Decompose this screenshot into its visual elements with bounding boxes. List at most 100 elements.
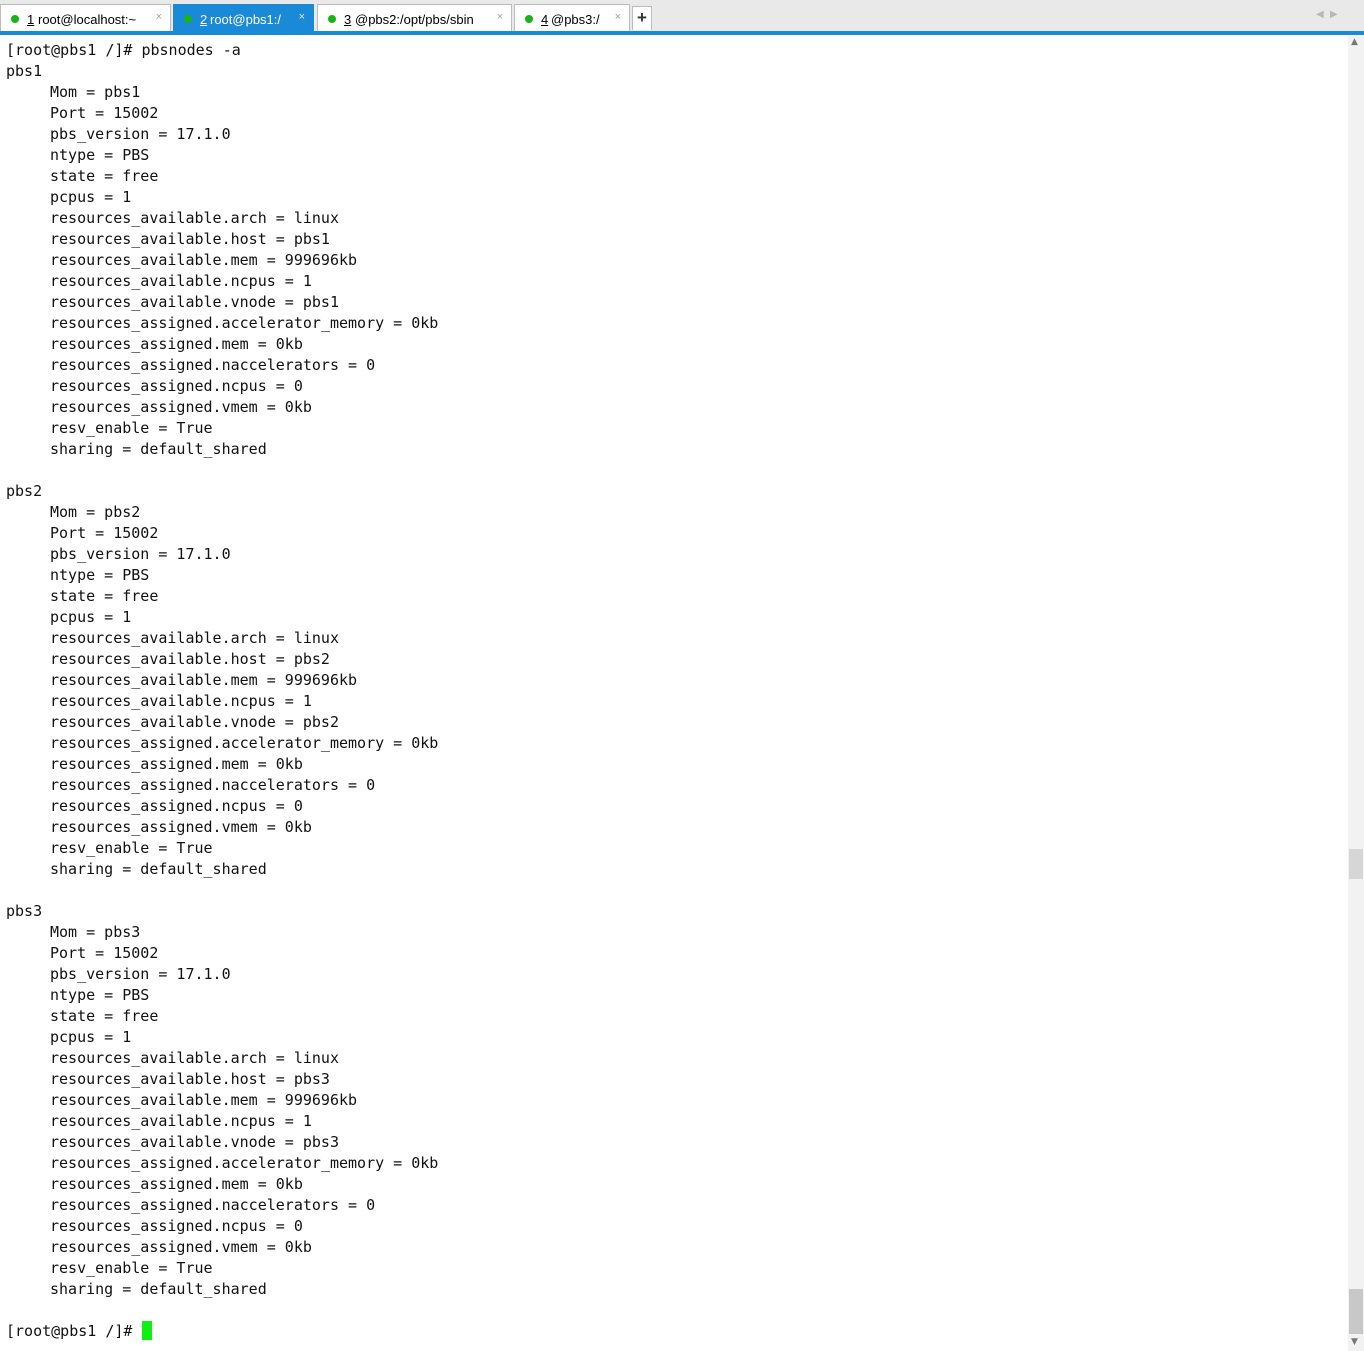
attribute-line: resv_enable = True (50, 839, 213, 857)
attribute-line: resources_assigned.ncpus = 0 (50, 377, 303, 395)
node-attributes-pbs3: Mom = pbs3 Port = 15002 pbs_version = 17… (6, 922, 438, 1300)
attribute-line: resources_assigned.mem = 0kb (50, 1175, 303, 1193)
scroll-tabs-left-icon[interactable]: ◀ (1316, 9, 1324, 20)
attribute-line: sharing = default_shared (50, 440, 267, 458)
tab-title: @pbs2:/opt/pbs/sbin (355, 12, 474, 27)
attribute-line: pcpus = 1 (50, 1028, 132, 1046)
attribute-line: Port = 15002 (50, 524, 159, 542)
scrollbar-thumb[interactable] (1349, 1289, 1363, 1334)
attribute-line: resources_assigned.vmem = 0kb (50, 818, 312, 836)
prompt: [root@pbs1 /]# (6, 1322, 142, 1340)
tab-number: 4 (541, 12, 549, 27)
attribute-line: resv_enable = True (50, 1259, 213, 1277)
session-status-dot (11, 15, 19, 23)
tab-number: 1 (27, 12, 35, 27)
scroll-down-arrow-icon[interactable]: ▼ (1351, 1337, 1358, 1347)
attribute-line: resources_available.mem = 999696kb (50, 251, 358, 269)
attribute-line: resources_assigned.vmem = 0kb (50, 1238, 312, 1256)
attribute-line: Port = 15002 (50, 944, 159, 962)
attribute-line: sharing = default_shared (50, 860, 267, 878)
attribute-line: ntype = PBS (50, 566, 150, 584)
attribute-line: Mom = pbs2 (50, 503, 141, 521)
text-cursor (142, 1321, 153, 1340)
attribute-line: state = free (50, 167, 159, 185)
close-icon[interactable]: × (299, 11, 305, 23)
attribute-line: resources_available.vnode = pbs2 (50, 713, 339, 731)
tab-bar: 1 root@localhost:~ × 2 root@pbs1:/ × 3 @… (0, 0, 1364, 31)
attribute-line: resources_assigned.mem = 0kb (50, 755, 303, 773)
session-status-dot (525, 15, 533, 23)
tab-title: root@localhost:~ (38, 12, 137, 27)
tab-4[interactable]: 4 @pbs3:/ × (514, 4, 630, 31)
session-status-dot (184, 15, 192, 23)
close-icon[interactable]: × (615, 11, 621, 23)
attribute-line: resources_available.arch = linux (50, 1049, 339, 1067)
node-attributes-pbs1: Mom = pbs1 Port = 15002 pbs_version = 17… (6, 82, 438, 460)
attribute-line: resources_assigned.ncpus = 0 (50, 797, 303, 815)
attribute-line: ntype = PBS (50, 146, 150, 164)
attribute-line: state = free (50, 1007, 159, 1025)
attribute-line: resources_assigned.ncpus = 0 (50, 1217, 303, 1235)
attribute-line: resources_assigned.naccelerators = 0 (50, 776, 376, 794)
prompt: [root@pbs1 /]# (6, 41, 142, 59)
attribute-line: resources_available.ncpus = 1 (50, 272, 312, 290)
attribute-line: resources_available.arch = linux (50, 209, 339, 227)
attribute-line: Port = 15002 (50, 104, 159, 122)
session-status-dot (328, 15, 336, 23)
attribute-line: resources_available.host = pbs3 (50, 1070, 330, 1088)
command: pbsnodes -a (141, 41, 241, 59)
current-prompt-line: [root@pbs1 /]# (6, 1321, 438, 1342)
attribute-line: resources_available.host = pbs2 (50, 650, 330, 668)
close-icon[interactable]: × (156, 11, 162, 23)
tab-number: 2 (200, 12, 208, 27)
attribute-line: resources_assigned.naccelerators = 0 (50, 1196, 376, 1214)
attribute-line: resources_assigned.accelerator_memory = … (50, 734, 439, 752)
tab-number: 3 (344, 12, 352, 27)
tab-3[interactable]: 3 @pbs2:/opt/pbs/sbin × (317, 4, 512, 31)
attribute-line: pcpus = 1 (50, 188, 132, 206)
tab-title: @pbs3:/ (551, 12, 600, 27)
attribute-line: resources_assigned.accelerator_memory = … (50, 1154, 439, 1172)
attribute-line: resources_available.vnode = pbs3 (50, 1133, 339, 1151)
attribute-line: resources_available.ncpus = 1 (50, 692, 312, 710)
attribute-line: state = free (50, 587, 159, 605)
scrollbar-mark (1349, 849, 1363, 879)
tab-2[interactable]: 2 root@pbs1:/ × (173, 4, 314, 31)
attribute-line: resv_enable = True (50, 419, 213, 437)
attribute-line: resources_available.mem = 999696kb (50, 1091, 358, 1109)
attribute-line: resources_assigned.naccelerators = 0 (50, 356, 376, 374)
attribute-line: pcpus = 1 (50, 608, 132, 626)
attribute-line: pbs_version = 17.1.0 (50, 965, 231, 983)
new-tab-button[interactable]: + (632, 6, 652, 30)
attribute-line: resources_available.ncpus = 1 (50, 1112, 312, 1130)
attribute-line: resources_assigned.accelerator_memory = … (50, 314, 439, 332)
attribute-line: sharing = default_shared (50, 1280, 267, 1298)
attribute-line: pbs_version = 17.1.0 (50, 125, 231, 143)
node-name: pbs3 (6, 902, 43, 920)
node-name: pbs1 (6, 62, 43, 80)
node-attributes-pbs2: Mom = pbs2 Port = 15002 pbs_version = 17… (6, 502, 438, 880)
attribute-line: resources_assigned.vmem = 0kb (50, 398, 312, 416)
terminal-output[interactable]: [root@pbs1 /]# pbsnodes -a pbs1 Mom = pb… (0, 35, 1348, 1351)
scroll-up-arrow-icon[interactable]: ▲ (1351, 37, 1358, 47)
attribute-line: ntype = PBS (50, 986, 150, 1004)
attribute-line: pbs_version = 17.1.0 (50, 545, 231, 563)
close-icon[interactable]: × (497, 11, 503, 23)
tab-1[interactable]: 1 root@localhost:~ × (0, 4, 171, 31)
attribute-line: Mom = pbs3 (50, 923, 141, 941)
attribute-line: resources_available.mem = 999696kb (50, 671, 358, 689)
scroll-tabs-right-icon[interactable]: ▶ (1330, 9, 1338, 20)
attribute-line: resources_available.host = pbs1 (50, 230, 330, 248)
vertical-scrollbar[interactable]: ▲ ▼ (1348, 35, 1364, 1351)
node-name: pbs2 (6, 482, 43, 500)
command-line: [root@pbs1 /]# pbsnodes -a (6, 40, 438, 61)
tab-title: root@pbs1:/ (210, 12, 282, 27)
terminal-lines: [root@pbs1 /]# pbsnodes -a pbs1 Mom = pb… (6, 40, 438, 1342)
attribute-line: Mom = pbs1 (50, 83, 141, 101)
attribute-line: resources_assigned.mem = 0kb (50, 335, 303, 353)
attribute-line: resources_available.arch = linux (50, 629, 339, 647)
attribute-line: resources_available.vnode = pbs1 (50, 293, 339, 311)
